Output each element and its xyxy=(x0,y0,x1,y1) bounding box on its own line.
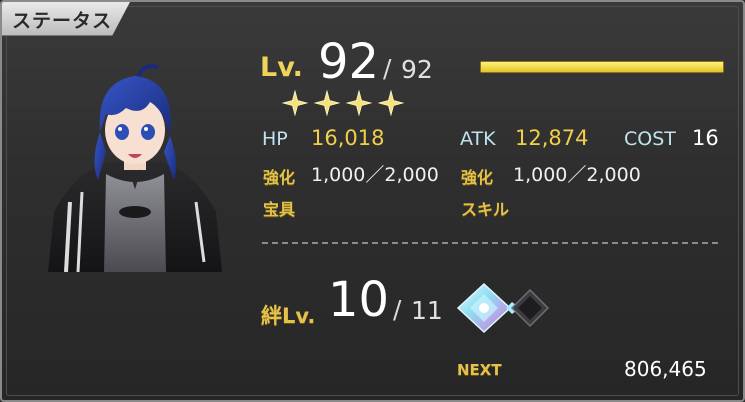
bond-level-value: 10 xyxy=(328,272,390,328)
hp-value: 16,018 xyxy=(311,126,385,150)
atk-enhance-label: 強化 xyxy=(461,168,494,187)
status-panel: ステータス Lv. 92 / 92 HP 16,018 ATK 12,874 C… xyxy=(0,0,745,402)
character-portrait xyxy=(48,64,222,272)
skill-label[interactable]: スキル xyxy=(461,196,509,220)
bond-level-max: 11 xyxy=(411,296,443,325)
exp-progress-fill xyxy=(481,62,723,72)
bond-level-slash: / xyxy=(393,295,402,324)
star-icon xyxy=(346,90,372,116)
star-icon xyxy=(378,90,404,116)
dark-crystal-icon xyxy=(510,288,550,328)
level-value: 92 xyxy=(318,34,380,90)
hp-enhance-value: 1,000／2,000 xyxy=(311,164,439,186)
level-slash: / xyxy=(383,54,392,83)
bond-gems xyxy=(456,282,550,334)
rarity-stars xyxy=(282,90,404,118)
next-label: NEXT xyxy=(457,361,502,379)
atk-enhance-value: 1,000／2,000 xyxy=(513,164,641,186)
crystal-icon xyxy=(456,282,520,334)
bond-level-label: 絆Lv. xyxy=(261,304,316,328)
next-value: 806,465 xyxy=(624,357,707,381)
cost-value: 16 xyxy=(692,126,719,150)
star-icon xyxy=(314,90,340,116)
level-max: 92 xyxy=(401,55,433,84)
star-icon xyxy=(282,90,308,116)
atk-label: ATK xyxy=(460,128,496,150)
page-title: ステータス xyxy=(12,10,113,32)
level-label: Lv. xyxy=(260,52,303,83)
noble-phantasm-label[interactable]: 宝具 xyxy=(263,196,295,220)
section-divider xyxy=(262,242,718,244)
exp-progress-bar xyxy=(480,61,724,73)
atk-value: 12,874 xyxy=(515,126,589,150)
hp-label: HP xyxy=(262,128,288,150)
hp-enhance-label: 強化 xyxy=(263,168,296,187)
cost-label: COST xyxy=(624,128,676,150)
